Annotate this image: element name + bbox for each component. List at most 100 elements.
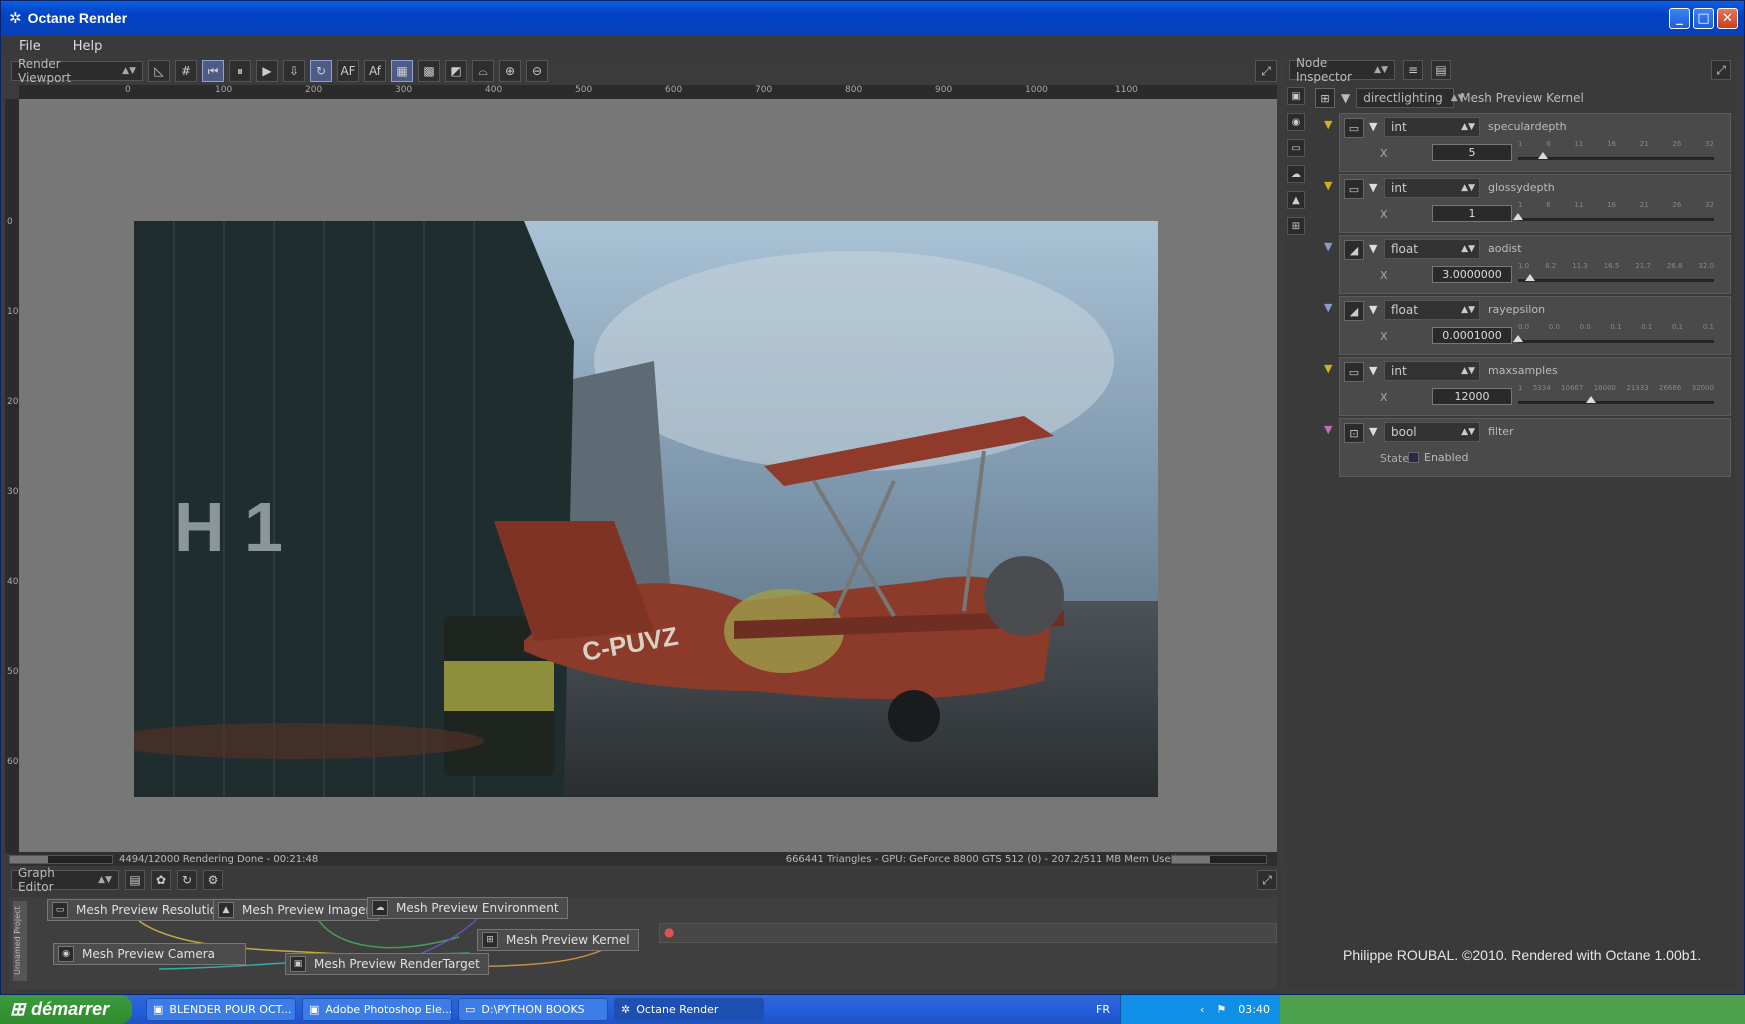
node-mesh-preview-imager[interactable]: ▲ Mesh Preview Imager <box>213 899 380 921</box>
restart-render-icon[interactable]: ⏮ <box>202 60 224 82</box>
slider-tick: 5334 <box>1532 384 1551 392</box>
task-photoshop[interactable]: ▣ Adobe Photoshop Ele... <box>302 998 452 1021</box>
task-octane[interactable]: ✲ Octane Render <box>614 998 764 1021</box>
task-folder[interactable]: ▭ D:\PYTHON BOOKS <box>458 998 608 1021</box>
collapse-all-icon[interactable]: ≡ <box>1403 60 1423 80</box>
param-slider[interactable]: 1 5334 10667 16000 21333 26666 32000 <box>1518 384 1714 410</box>
pause-icon[interactable]: ⏸ <box>229 60 251 82</box>
param-type-select[interactable]: float ▲▼ <box>1384 300 1480 320</box>
region-render-icon[interactable]: ▦ <box>391 60 413 82</box>
slider-thumb[interactable] <box>1538 152 1549 159</box>
pin-triangle-icon[interactable]: ▼ <box>1324 301 1332 314</box>
param-type-select[interactable]: int ▲▼ <box>1384 117 1480 137</box>
new-node-icon[interactable]: ▤ <box>125 870 145 890</box>
node-mesh-preview-kernel[interactable]: ⊞ Mesh Preview Kernel <box>477 929 639 951</box>
tray-expand-icon[interactable]: ‹ <box>1200 1003 1204 1016</box>
node-mesh-preview-resolution[interactable]: ▭ Mesh Preview Resolution <box>47 899 234 921</box>
expand-triangle-icon[interactable]: ▼ <box>1369 242 1377 255</box>
menu-file[interactable]: File <box>1 39 55 54</box>
maximize-panel-icon[interactable]: ⤢ <box>1711 60 1731 80</box>
pin-triangle-icon[interactable]: ▼ <box>1324 423 1332 436</box>
resolution-icon[interactable]: ▭ <box>1287 139 1305 157</box>
param-value-input[interactable]: 5 <box>1432 144 1512 161</box>
render-canvas[interactable]: H 1 C-PUVZ <box>19 99 1277 853</box>
imager-icon[interactable]: ▣ <box>1287 87 1305 105</box>
graph-type-select[interactable]: Graph Editor ▲▼ <box>11 866 119 894</box>
material-icon[interactable]: ✿ <box>151 870 171 890</box>
autofocus-icon[interactable]: AF <box>337 60 359 82</box>
pick-focus-icon[interactable]: ◺ <box>148 60 170 82</box>
language-indicator[interactable]: FR <box>1096 1003 1110 1016</box>
refresh-icon[interactable]: ↻ <box>177 870 197 890</box>
pin-triangle-icon[interactable]: ▼ <box>1324 362 1332 375</box>
pin-triangle-icon[interactable]: ▼ <box>1324 118 1332 131</box>
timeline-strip[interactable]: ● <box>659 923 1277 943</box>
node-mesh-preview-rendertarget[interactable]: ▣ Mesh Preview RenderTarget <box>285 953 489 975</box>
task-blender[interactable]: ▣ BLENDER POUR OCT... <box>146 998 296 1021</box>
ruler-tick: 700 <box>755 85 773 95</box>
autofocus-interactive-icon[interactable]: Af <box>364 60 386 82</box>
param-type-select[interactable]: bool ▲▼ <box>1384 422 1480 442</box>
octane-logo-icon: ✲ <box>621 1003 631 1016</box>
param-slider[interactable]: 1 6 11 16 21 26 32 <box>1513 201 1714 227</box>
expand-triangle-icon[interactable]: ▼ <box>1369 181 1377 194</box>
slider-thumb[interactable] <box>1513 213 1523 220</box>
float-node-icon: ◢ <box>1344 301 1364 321</box>
stereo-icon[interactable]: ⌓ <box>472 60 494 82</box>
param-slider[interactable]: 1.0 6.2 11.3 16.5 21.7 26.8 32.0 <box>1518 262 1714 288</box>
kernel-icon[interactable]: ⊞ <box>1287 217 1305 235</box>
param-value-input[interactable]: 3.0000000 <box>1432 266 1512 283</box>
expand-triangle-icon[interactable]: ▼ <box>1369 364 1377 377</box>
auto-refresh-icon[interactable]: ↻ <box>310 60 332 82</box>
expand-all-icon[interactable]: ▤ <box>1431 60 1451 80</box>
enabled-checkbox[interactable] <box>1408 452 1419 463</box>
title-bar[interactable]: ✲ Octane Render _ □ ✕ <box>1 1 1744 35</box>
param-max-samples: ▼ ▭ ▼ int ▲▼ maxsamples X 12000 1 5334 1066… <box>1324 357 1731 416</box>
network-icon[interactable]: ⚑ <box>1216 1003 1226 1016</box>
param-value-input[interactable]: 12000 <box>1432 388 1512 405</box>
pin-triangle-icon[interactable]: ▼ <box>1324 240 1332 253</box>
inspector-type-select[interactable]: Node Inspector ▲▼ <box>1289 56 1395 84</box>
expand-triangle-icon[interactable]: ▼ <box>1369 120 1377 133</box>
arrange-icon[interactable]: ⚙ <box>203 870 223 890</box>
start-button[interactable]: ⊞ démarrer <box>0 995 132 1024</box>
zoom-out-icon[interactable]: ⊖ <box>526 60 548 82</box>
param-name: rayepsilon <box>1488 303 1546 316</box>
node-mesh-preview-camera[interactable]: ◉ Mesh Preview Camera <box>53 943 247 965</box>
param-type-select[interactable]: float ▲▼ <box>1384 239 1480 259</box>
grid-icon[interactable]: # <box>175 60 197 82</box>
task-label: Adobe Photoshop Ele... <box>325 1003 452 1016</box>
pin-triangle-icon[interactable]: ▼ <box>1324 179 1332 192</box>
environment-icon[interactable]: ☁ <box>1287 165 1305 183</box>
param-value-input[interactable]: 1 <box>1432 205 1512 222</box>
save-image-icon[interactable]: ⇩ <box>283 60 305 82</box>
param-slider[interactable]: 0.0 0.0 0.0 0.1 0.1 0.1 0.1 <box>1513 323 1714 349</box>
camera-icon[interactable]: ◉ <box>1287 113 1305 131</box>
minimize-button[interactable]: _ <box>1669 8 1690 29</box>
menu-help[interactable]: Help <box>55 39 117 54</box>
image-icon[interactable]: ▲ <box>1287 191 1305 209</box>
kernel-type-select[interactable]: directlighting ▲▼ <box>1356 88 1465 108</box>
alpha-icon[interactable]: ◩ <box>445 60 467 82</box>
slider-thumb[interactable] <box>1513 335 1523 342</box>
param-slider[interactable]: 1 6 11 16 21 26 32 <box>1518 140 1714 166</box>
play-icon[interactable]: ▶ <box>256 60 278 82</box>
maximize-panel-icon[interactable]: ⤢ <box>1257 870 1277 890</box>
expand-triangle-icon[interactable]: ▼ <box>1341 91 1350 105</box>
panel-type-select[interactable]: Render Viewport ▲▼ <box>11 57 143 85</box>
node-graph-canvas[interactable]: Unnamed Project ▭ Mesh Preview Resolution… <box>9 897 1277 989</box>
zoom-in-icon[interactable]: ⊕ <box>499 60 521 82</box>
param-type-select[interactable]: int ▲▼ <box>1384 178 1480 198</box>
param-type-select[interactable]: int ▲▼ <box>1384 361 1480 381</box>
node-mesh-preview-environment[interactable]: ☁ Mesh Preview Environment <box>367 897 568 919</box>
checker-icon[interactable]: ▩ <box>418 60 440 82</box>
maximize-button[interactable]: □ <box>1693 8 1714 29</box>
close-button[interactable]: ✕ <box>1717 8 1738 29</box>
slider-thumb[interactable] <box>1524 274 1535 281</box>
expand-triangle-icon[interactable]: ▼ <box>1369 303 1377 316</box>
param-value-input[interactable]: 0.0001000 <box>1432 327 1512 344</box>
maximize-panel-icon[interactable]: ⤢ <box>1255 60 1277 82</box>
expand-triangle-icon[interactable]: ▼ <box>1369 425 1377 438</box>
record-icon[interactable]: ● <box>664 925 674 939</box>
slider-thumb[interactable] <box>1585 396 1596 403</box>
